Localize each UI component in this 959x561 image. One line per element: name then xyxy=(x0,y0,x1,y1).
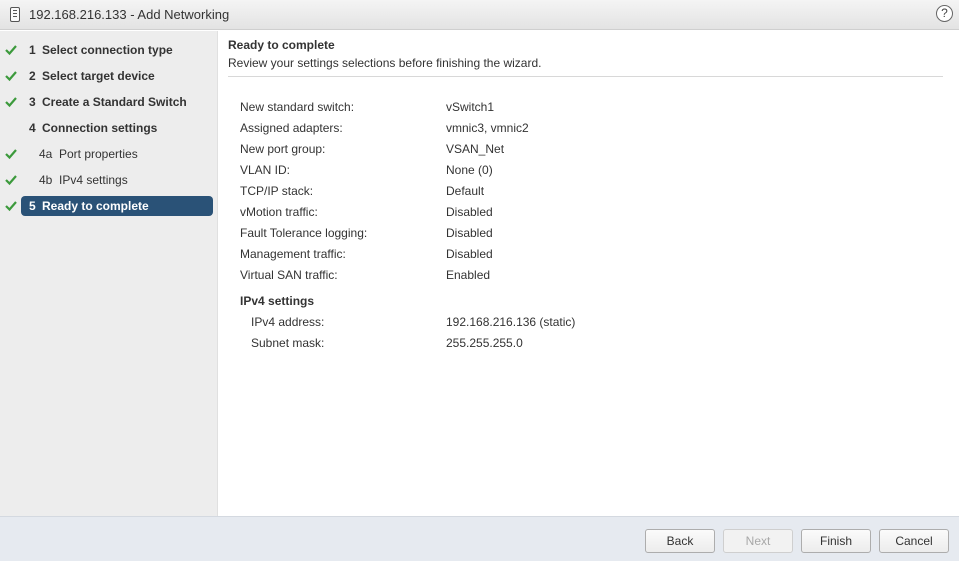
step-number: 5 xyxy=(29,199,36,213)
check-icon xyxy=(5,71,17,82)
back-button[interactable]: Back xyxy=(645,529,715,553)
setting-value: Enabled xyxy=(446,268,491,282)
setting-value: vmnic3, vmnic2 xyxy=(446,121,529,135)
main-content: Ready to complete Review your settings s… xyxy=(219,31,959,516)
setting-label: New port group: xyxy=(240,142,326,156)
setting-label: vMotion traffic: xyxy=(240,205,318,219)
ipv4-section-title: IPv4 settings xyxy=(240,294,315,308)
step-label: Select target device xyxy=(42,69,155,83)
wizard-steps-sidebar: 1 Select connection type 2 Select target d… xyxy=(0,31,218,516)
step-number: 4b xyxy=(39,173,53,187)
setting-value: None (0) xyxy=(446,163,493,177)
setting-value: vSwitch1 xyxy=(446,100,495,114)
step-label: Connection settings xyxy=(42,121,158,135)
check-icon xyxy=(5,201,17,212)
step-number: 4 xyxy=(29,121,36,135)
setting-label: IPv4 address: xyxy=(251,315,325,329)
step-label: IPv4 settings xyxy=(59,173,128,187)
setting-label: Fault Tolerance logging: xyxy=(240,226,368,240)
setting-label: Management traffic: xyxy=(240,247,346,261)
step-number: 3 xyxy=(29,95,36,109)
setting-value: VSAN_Net xyxy=(446,142,505,156)
setting-value: Default xyxy=(446,184,485,198)
setting-value: Disabled xyxy=(446,247,493,261)
step-label: Ready to complete xyxy=(42,199,149,213)
step-label: Port properties xyxy=(59,147,138,161)
divider xyxy=(228,76,943,77)
setting-label: Assigned adapters: xyxy=(240,121,343,135)
step-select-target-device[interactable]: 2 Select target device xyxy=(21,66,213,86)
check-icon xyxy=(5,97,17,108)
check-icon xyxy=(5,149,17,160)
title-bar: 192.168.216.133 - Add Networking ? xyxy=(0,0,959,30)
setting-label: Virtual SAN traffic: xyxy=(240,268,338,282)
step-label: Select connection type xyxy=(42,43,173,57)
step-ready-to-complete[interactable]: 5 Ready to complete xyxy=(21,196,213,216)
setting-value: 255.255.255.0 xyxy=(446,336,523,350)
finish-button[interactable]: Finish xyxy=(801,529,871,553)
step-ipv4-settings[interactable]: 4b IPv4 settings xyxy=(21,170,213,190)
step-select-connection-type[interactable]: 1 Select connection type xyxy=(21,40,213,60)
setting-label: VLAN ID: xyxy=(240,163,291,177)
next-button[interactable]: Next xyxy=(723,529,793,553)
help-icon[interactable]: ? xyxy=(936,5,953,22)
step-connection-settings[interactable]: 4 Connection settings xyxy=(21,118,213,138)
step-number: 4a xyxy=(39,147,53,161)
setting-label: New standard switch: xyxy=(240,100,355,114)
check-icon xyxy=(5,45,17,56)
step-label: Create a Standard Switch xyxy=(42,95,187,109)
setting-value: 192.168.216.136 (static) xyxy=(446,315,576,329)
setting-label: TCP/IP stack: xyxy=(240,184,314,198)
step-port-properties[interactable]: 4a Port properties xyxy=(21,144,213,164)
step-number: 1 xyxy=(29,43,36,57)
check-icon xyxy=(5,175,17,186)
wizard-footer: Back Next Finish Cancel xyxy=(0,516,959,561)
window-title: 192.168.216.133 - Add Networking xyxy=(29,7,230,22)
step-create-standard-switch[interactable]: 3 Create a Standard Switch xyxy=(21,92,213,112)
step-number: 2 xyxy=(29,69,36,83)
host-icon xyxy=(10,7,20,22)
cancel-button[interactable]: Cancel xyxy=(879,529,949,553)
setting-label: Subnet mask: xyxy=(251,336,325,350)
setting-value: Disabled xyxy=(446,226,493,240)
setting-value: Disabled xyxy=(446,205,493,219)
page-title: Ready to complete xyxy=(228,38,335,52)
page-subtitle: Review your settings selections before f… xyxy=(228,56,542,70)
